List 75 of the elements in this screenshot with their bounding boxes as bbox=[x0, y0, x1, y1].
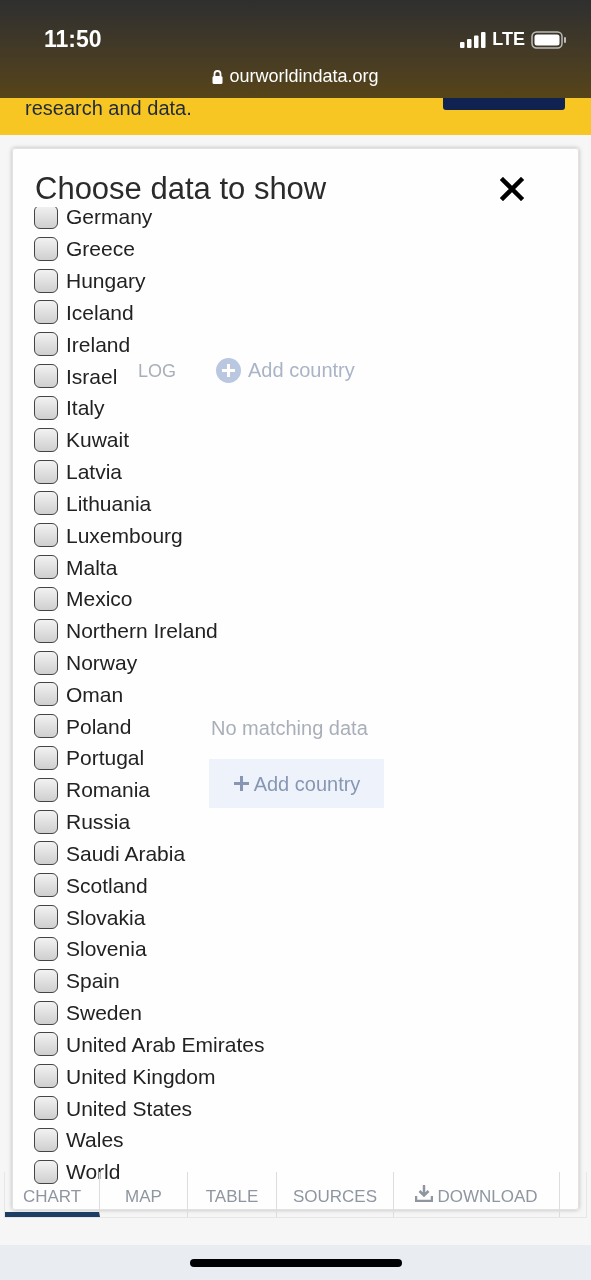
plus-icon bbox=[232, 775, 250, 792]
checkbox[interactable] bbox=[34, 586, 58, 611]
country-label: Norway bbox=[66, 652, 138, 673]
checkbox[interactable] bbox=[34, 395, 58, 420]
signal-icon bbox=[460, 31, 487, 48]
country-label: Slovenia bbox=[66, 938, 147, 960]
checkbox[interactable] bbox=[34, 1000, 58, 1025]
country-label: Kuwait bbox=[66, 429, 130, 451]
checkbox[interactable] bbox=[34, 777, 58, 802]
checkbox[interactable] bbox=[34, 936, 58, 961]
country-label: Sweden bbox=[66, 1002, 142, 1024]
checkbox[interactable] bbox=[34, 841, 58, 866]
checkbox[interactable] bbox=[34, 459, 58, 484]
country-label: Israel bbox=[66, 365, 118, 387]
checkbox[interactable] bbox=[34, 1096, 58, 1121]
checkbox[interactable] bbox=[34, 1032, 58, 1057]
country-label: Latvia bbox=[66, 461, 123, 483]
checkbox[interactable] bbox=[34, 364, 58, 389]
plus-circle-icon bbox=[216, 357, 241, 383]
checkbox[interactable] bbox=[34, 1127, 58, 1152]
country-label: Luxembourg bbox=[66, 524, 183, 546]
clock: 11:50 bbox=[44, 25, 102, 54]
country-label: Germany bbox=[66, 207, 153, 228]
checkbox[interactable] bbox=[34, 332, 58, 357]
country-label: United Kingdom bbox=[66, 1065, 216, 1087]
country-label: Poland bbox=[66, 715, 132, 737]
country-label: Wales bbox=[66, 1129, 124, 1151]
country-label: Saudi Arabia bbox=[66, 842, 186, 864]
checkbox[interactable] bbox=[34, 268, 58, 293]
checkbox[interactable] bbox=[34, 523, 58, 548]
country-label: Portugal bbox=[66, 747, 145, 769]
checkbox[interactable] bbox=[34, 236, 58, 261]
country-label: United States bbox=[66, 1097, 193, 1119]
empty-message: No matching data bbox=[211, 716, 368, 741]
country-label: Hungary bbox=[66, 270, 146, 292]
checkbox[interactable] bbox=[34, 427, 58, 452]
checkbox[interactable] bbox=[34, 682, 58, 707]
battery-icon bbox=[531, 30, 567, 49]
checkbox[interactable] bbox=[34, 618, 58, 643]
network-label: LTE bbox=[492, 28, 525, 51]
country-label: Lithuania bbox=[66, 492, 152, 514]
country-label: Iceland bbox=[66, 301, 134, 323]
dialog-title: Choose data to show bbox=[35, 169, 327, 208]
checkbox[interactable] bbox=[34, 905, 58, 930]
url-text[interactable]: ourworldindata.org bbox=[229, 63, 379, 90]
checkbox[interactable] bbox=[34, 746, 58, 770]
checkbox[interactable] bbox=[34, 809, 58, 834]
country-label: Northern Ireland bbox=[66, 620, 218, 642]
checkbox[interactable] bbox=[34, 1064, 58, 1089]
checkbox[interactable] bbox=[34, 491, 58, 516]
checkbox[interactable] bbox=[34, 207, 58, 229]
country-label: Malta bbox=[66, 556, 118, 578]
country-label: Oman bbox=[66, 683, 124, 705]
lock-icon bbox=[212, 69, 224, 84]
country-label: Slovakia bbox=[66, 906, 146, 928]
country-label: United Arab Emirates bbox=[66, 1033, 265, 1055]
close-button[interactable] bbox=[498, 175, 526, 203]
country-label: Russia bbox=[66, 811, 131, 833]
country-label: Greece bbox=[66, 238, 135, 260]
country-label: Scotland bbox=[66, 874, 148, 896]
country-label: Romania bbox=[66, 779, 151, 801]
checkbox[interactable] bbox=[34, 300, 58, 325]
checkbox[interactable] bbox=[34, 1159, 58, 1184]
country-label: Ireland bbox=[66, 333, 131, 355]
country-label: Spain bbox=[66, 970, 120, 992]
country-label: Italy bbox=[66, 397, 105, 419]
banner-text: research and data. bbox=[25, 96, 192, 121]
checkbox[interactable] bbox=[34, 714, 58, 739]
country-label: Mexico bbox=[66, 588, 133, 610]
checkbox[interactable] bbox=[34, 650, 58, 675]
checkbox[interactable] bbox=[34, 968, 58, 993]
checkbox[interactable] bbox=[34, 873, 58, 898]
checkbox[interactable] bbox=[34, 555, 58, 579]
download-icon bbox=[415, 1184, 434, 1202]
close-icon bbox=[500, 177, 524, 201]
